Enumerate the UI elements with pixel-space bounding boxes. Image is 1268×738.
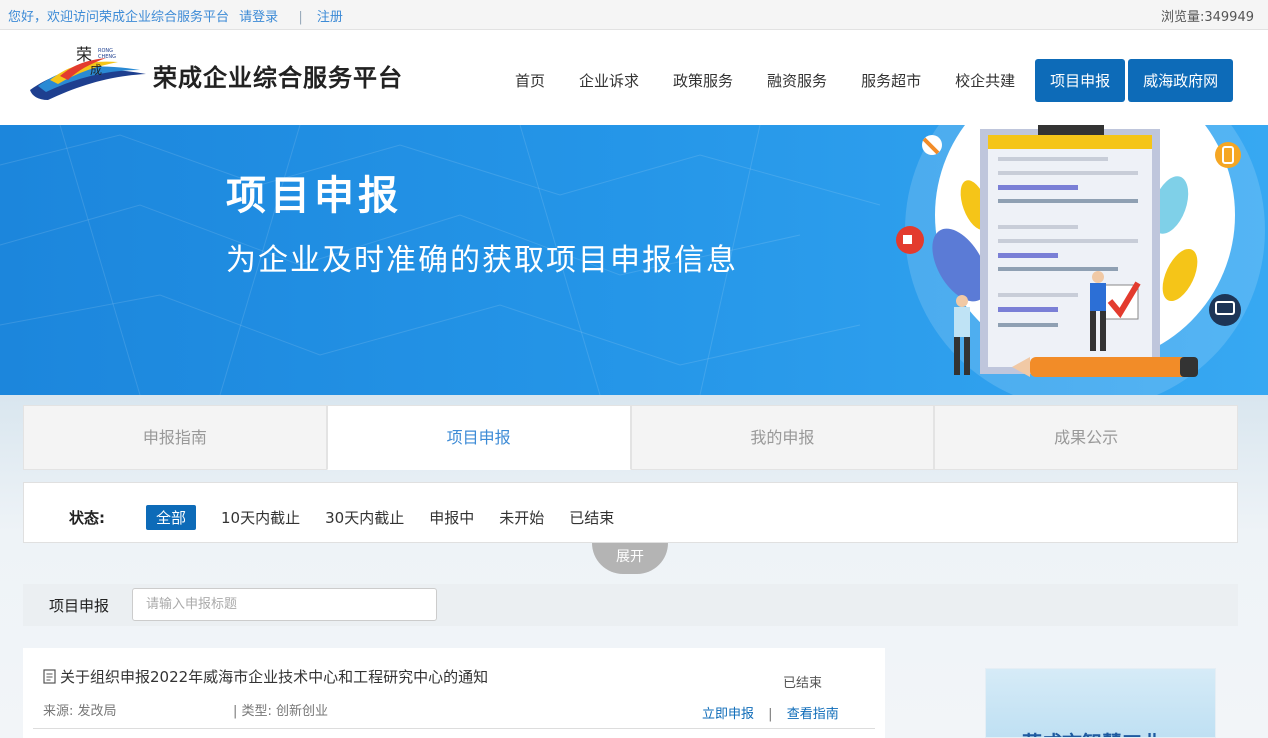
tab-guide[interactable]: 申报指南 [23, 405, 327, 470]
tab-project[interactable]: 项目申报 [326, 405, 631, 470]
filter-options: 全部 10天内截止 30天内截止 申报中 未开始 已结束 [146, 505, 639, 530]
banner-title: 项目申报 [226, 173, 402, 219]
welcome-text: 您好，欢迎访问荣成企业综合服务平台 [8, 10, 230, 25]
section-tabs: 申报指南 项目申报 我的申报 成果公示 [23, 405, 1238, 470]
status-filter: 状态: 全部 10天内截止 30天内截止 申报中 未开始 已结束 [23, 482, 1238, 543]
filter-option-open[interactable]: 申报中 [429, 505, 474, 530]
nav-item-school-enterprise[interactable]: 校企共建 [938, 70, 1032, 91]
apply-now-link[interactable]: 立即申报 [702, 707, 754, 722]
list-item-type: | 类型: 创新创业 [233, 704, 329, 719]
side-promo-card[interactable]: 荣成市智慧工业 [985, 668, 1216, 738]
action-separator: | [768, 707, 773, 722]
filter-option-not-started[interactable]: 未开始 [499, 505, 544, 530]
search-label: 项目申报 [49, 597, 110, 615]
side-promo-text: 荣成市智慧工业 [1022, 727, 1162, 737]
svg-text:荣: 荣 [76, 45, 92, 64]
row-divider [33, 728, 875, 729]
search-row: 项目申报 [23, 584, 1238, 626]
nav-item-service-market[interactable]: 服务超市 [844, 70, 938, 91]
list-item-title[interactable]: 关于组织申报2022年威海市企业技术中心和工程研究中心的通知 [43, 666, 488, 687]
register-link[interactable]: 注册 [317, 10, 343, 25]
svg-text:CHENG: CHENG [98, 54, 116, 60]
view-counter: 浏览量:349949 [1160, 10, 1254, 25]
top-bar: 您好，欢迎访问荣成企业综合服务平台 请登录 | 注册 浏览量:349949 [0, 0, 1268, 30]
nav-item-policy[interactable]: 政策服务 [656, 70, 750, 91]
clipboard-illustration [896, 125, 1265, 395]
filter-option-10days[interactable]: 10天内截止 [221, 505, 300, 530]
list-item-status: 已结束 [783, 676, 823, 691]
login-link[interactable]: 请登录 [239, 10, 278, 25]
filter-option-all[interactable]: 全部 [146, 505, 197, 530]
nav-item-appeals[interactable]: 企业诉求 [562, 70, 656, 91]
top-bar-separator: | [298, 10, 303, 25]
main-nav: 首页 企业诉求 政策服务 融资服务 服务超市 校企共建 项目申报 威海政府网 [498, 58, 1234, 102]
nav-weihai-button[interactable]: 威海政府网 [1128, 58, 1234, 102]
hero-banner: 项目申报 为企业及时准确的获取项目申报信息 [0, 125, 1268, 395]
filter-option-30days[interactable]: 30天内截止 [325, 505, 404, 530]
svg-text:成: 成 [90, 63, 102, 77]
site-title[interactable]: 荣成企业综合服务平台 [153, 58, 403, 93]
site-header: 荣 成 RONG CHENG 荣成企业综合服务平台 首页 企业诉求 政策服务 融… [0, 30, 1268, 125]
nav-project-button[interactable]: 项目申报 [1035, 58, 1126, 102]
search-input[interactable] [132, 588, 437, 621]
document-icon [43, 669, 56, 684]
view-guide-link[interactable]: 查看指南 [787, 707, 839, 722]
filter-label: 状态: [69, 509, 105, 527]
tab-results[interactable]: 成果公示 [934, 405, 1238, 470]
project-list: 关于组织申报2022年威海市企业技术中心和工程研究中心的通知 已结束 来源: 发… [23, 648, 885, 738]
list-item-source: 来源: 发改局 [43, 704, 117, 719]
site-logo-icon[interactable]: 荣 成 RONG CHENG [28, 42, 148, 102]
nav-item-financing[interactable]: 融资服务 [750, 70, 844, 91]
list-item-actions: 立即申报 | 查看指南 [702, 703, 839, 722]
banner-subtitle: 为企业及时准确的获取项目申报信息 [226, 243, 738, 278]
filter-option-ended[interactable]: 已结束 [569, 505, 614, 530]
nav-item-home[interactable]: 首页 [498, 70, 562, 91]
top-bar-left: 您好，欢迎访问荣成企业综合服务平台 请登录 | 注册 [8, 6, 349, 25]
tab-my-applications[interactable]: 我的申报 [630, 405, 935, 470]
list-item-title-text[interactable]: 关于组织申报2022年威海市企业技术中心和工程研究中心的通知 [60, 666, 488, 687]
